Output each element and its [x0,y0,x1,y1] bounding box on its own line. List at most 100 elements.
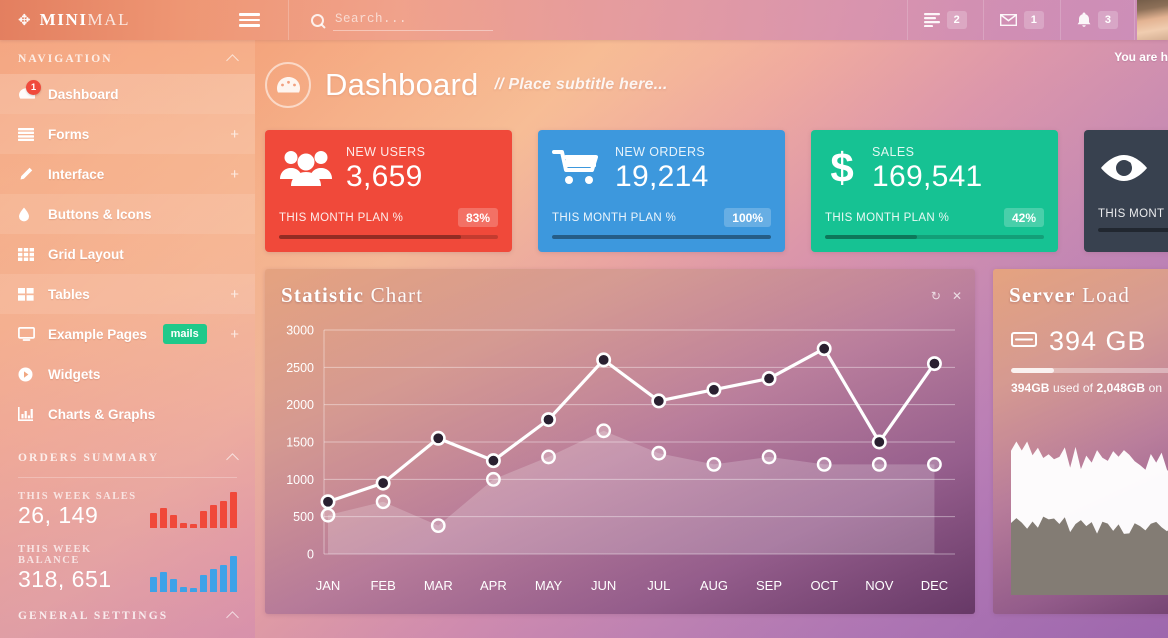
search-input[interactable] [333,9,493,31]
tasks-button[interactable]: 2 [906,0,983,40]
server-panel-header: Server Load [993,269,1168,312]
orders-summary-label: ORDERS SUMMARY [18,452,160,464]
orders-summary-body: THIS WEEK SALES 26, 149 THIS WEEK BALANC… [0,488,255,593]
panels-row: Statistic Chart ↻ ✕ 0 500 1000 1500 2000 2500… [255,252,1168,615]
chart-title-bold: Statistic [281,283,365,308]
bell-icon [1077,12,1091,27]
general-settings-label: GENERAL SETTINGS [18,610,169,623]
svg-text:1000: 1000 [286,473,314,487]
card-value: 3,659 [346,160,423,194]
envelope-icon [999,14,1017,26]
stat-card-views[interactable]: THIS MONT [1084,130,1168,253]
stat-card-sales[interactable]: $ SALES 169,541 THIS MONTH PLAN % 42% [811,130,1058,253]
svg-text:APR: APR [480,578,507,593]
card-caption: NEW ORDERS [615,145,706,160]
sidebar-navigation-header[interactable]: NAVIGATION [0,40,255,74]
sidebar-orders-summary-header[interactable]: ORDERS SUMMARY [0,434,255,473]
card-plan-label: THIS MONTH PLAN % [825,211,950,224]
sidebar-item-label: Buttons & Icons [48,206,152,222]
card-progress-bar [279,235,498,240]
user-avatar[interactable] [1134,0,1168,40]
brand-light: MAL [87,10,131,29]
main-content: You are h Dashboard // Place subtitle he… [255,40,1168,638]
svg-text:1500: 1500 [286,436,314,450]
hamburger-bar [238,13,260,16]
svg-text:3000: 3000 [286,324,314,338]
summary-label: THIS WEEK SALES [18,490,137,502]
brand-text: MINIMAL [40,10,131,30]
hdd-icon [1011,329,1037,354]
sidebar: NAVIGATION 1 Dashboard Forms + Interface… [0,40,255,638]
topbar-actions: 2 1 3 [906,0,1168,40]
top-navbar: ✥ MINIMAL 2 [0,0,1168,40]
svg-text:JUN: JUN [591,578,616,593]
sidebar-item-forms[interactable]: Forms + [0,114,255,154]
expand-plus-icon[interactable]: + [230,287,239,302]
barchart-icon [18,407,40,421]
tasks-count-badge: 2 [946,10,967,30]
list-icon [18,127,40,141]
sidebar-item-grid-layout[interactable]: Grid Layout [0,234,255,274]
card-percent-badge: 42% [1003,208,1044,228]
stat-card-new-users[interactable]: NEW USERS 3,659 THIS MONTH PLAN % 83% [265,130,512,253]
sidebar-item-label: Grid Layout [48,246,124,262]
refresh-icon[interactable]: ↻ [931,290,941,302]
svg-text:MAY: MAY [535,578,563,593]
svg-text:FEB: FEB [370,578,395,593]
breadcrumb: You are h [1114,50,1168,64]
sidebar-item-buttons-icons[interactable]: Buttons & Icons [0,194,255,234]
expand-plus-icon[interactable]: + [230,167,239,182]
monitor-icon [18,327,40,341]
stat-card-new-orders[interactable]: NEW ORDERS 19,214 THIS MONTH PLAN % 100% [538,130,785,253]
svg-text:2500: 2500 [286,361,314,375]
notifications-button[interactable]: 3 [1059,0,1134,40]
dashboard-badge: 1 [26,80,41,95]
sidebar-item-charts-graphs[interactable]: Charts & Graphs [0,394,255,434]
svg-text:AUG: AUG [700,578,728,593]
chevron-up-icon [226,453,239,466]
expand-plus-icon[interactable]: + [230,127,239,142]
droplet-icon [18,207,40,222]
sidebar-navigation-label: NAVIGATION [18,53,113,65]
search-icon [311,13,324,27]
card-progress-bar [825,235,1044,240]
sidebar-item-example-pages[interactable]: Example Pages mails + [0,314,255,354]
divider [18,477,237,478]
dashboard-gauge-icon [265,62,311,108]
sidebar-item-widgets[interactable]: Widgets [0,354,255,394]
server-used-mid: used of [1049,381,1097,396]
brand-logo[interactable]: ✥ MINIMAL [0,0,228,40]
close-icon[interactable]: ✕ [952,290,962,302]
server-title-light: Load [1082,283,1131,308]
server-disk-note: 394GB used of 2,048GB on [993,373,1168,395]
stat-cards-row: NEW USERS 3,659 THIS MONTH PLAN % 83% NE… [255,108,1168,253]
search-box[interactable] [288,0,493,40]
sidebar-item-interface[interactable]: Interface + [0,154,255,194]
svg-text:MAR: MAR [424,578,453,593]
statistic-chart-panel: Statistic Chart ↻ ✕ 0 500 1000 1500 2000 2500… [265,269,975,615]
svg-text:0: 0 [307,548,314,562]
chart-panel-title: Statistic Chart [281,283,423,308]
server-disk-row: 394 GB [993,312,1168,357]
svg-text:JUL: JUL [647,578,670,593]
hamburger-bar [238,24,260,27]
sidebar-item-tables[interactable]: Tables + [0,274,255,314]
sidebar-item-label: Example Pages [48,326,148,342]
svg-text:500: 500 [293,511,314,525]
card-percent-badge: 100% [724,208,771,228]
dashboard-app: ✥ MINIMAL 2 [0,0,1168,638]
menu-toggle-button[interactable] [228,0,270,40]
expand-plus-icon[interactable]: + [230,327,239,342]
server-title-bold: Server [1009,283,1076,308]
sidebar-general-settings-header[interactable]: GENERAL SETTINGS [0,608,255,631]
server-total: 2,048GB [1096,381,1146,396]
messages-button[interactable]: 1 [982,0,1060,40]
sidebar-item-dashboard[interactable]: 1 Dashboard [0,74,255,114]
sidebar-item-label: Charts & Graphs [48,406,156,422]
page-title: Dashboard [325,67,479,102]
server-disk-value: 394 GB [1049,326,1147,357]
sidebar-item-label: Tables [48,286,90,302]
svg-text:NOV: NOV [865,578,894,593]
server-used-tail: on [1145,381,1163,396]
card-caption: SALES [872,145,915,160]
